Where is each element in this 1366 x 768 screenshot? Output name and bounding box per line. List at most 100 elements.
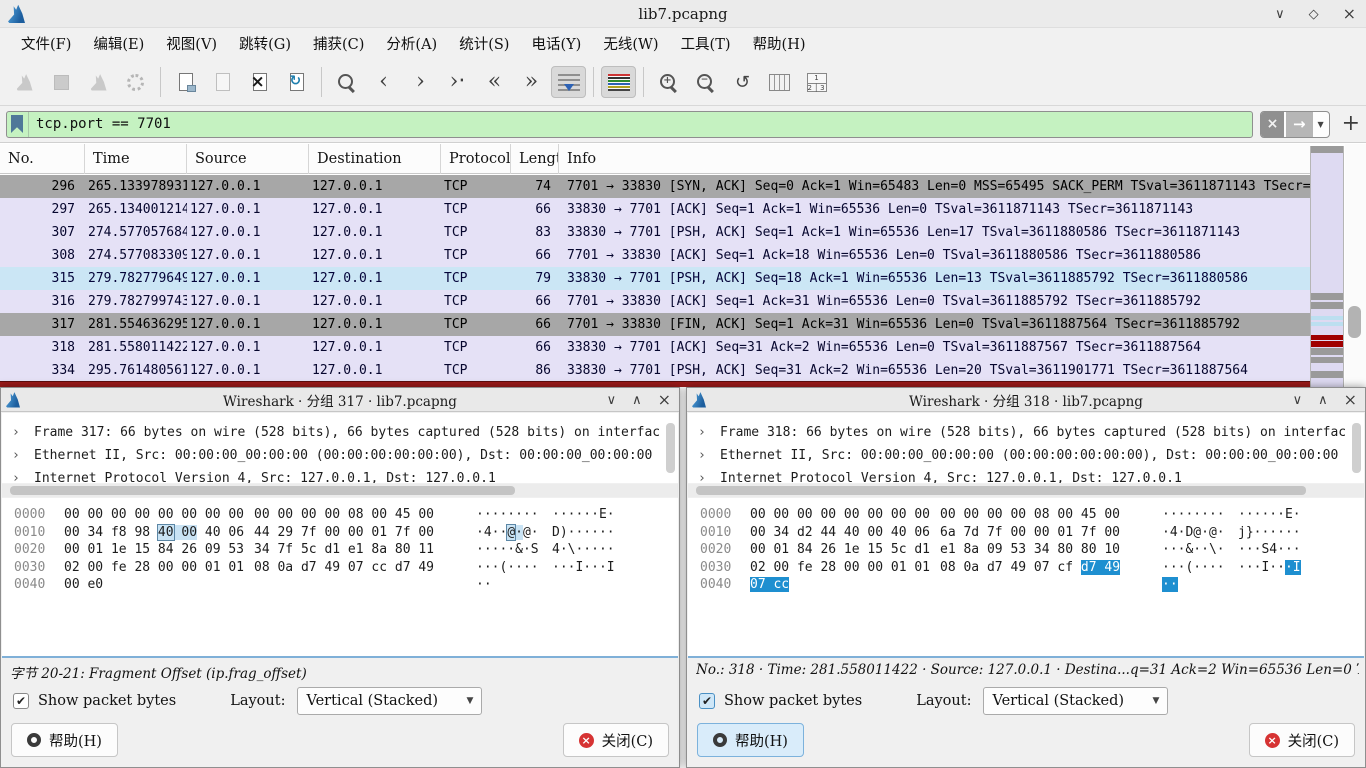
column-header-destination[interactable]: Destination bbox=[309, 144, 441, 174]
wireshark-logo-icon bbox=[8, 4, 25, 23]
close-file-button[interactable] bbox=[242, 66, 277, 98]
help-button[interactable]: 帮助(H) bbox=[697, 723, 804, 757]
column-header-time[interactable]: Time bbox=[85, 144, 187, 174]
close-icon[interactable]: × bbox=[658, 392, 671, 408]
colorize-button[interactable] bbox=[601, 66, 636, 98]
packet-row-318[interactable]: 318281.558011422127.0.0.1127.0.0.1TCP663… bbox=[0, 336, 1310, 359]
tree-row[interactable]: ›Ethernet II, Src: 00:00:00_00:00:00 (00… bbox=[2, 444, 678, 467]
expander-icon[interactable]: › bbox=[698, 421, 706, 444]
menu-help[interactable]: 帮助(H) bbox=[742, 29, 817, 58]
tree-row[interactable]: ›Frame 317: 66 bytes on wire (528 bits),… bbox=[2, 421, 678, 444]
packet-row-296[interactable]: 296265.133978931127.0.0.1127.0.0.1TCP747… bbox=[0, 175, 1310, 198]
packet-row-315[interactable]: 315279.782779649127.0.0.1127.0.0.1TCP793… bbox=[0, 267, 1310, 290]
tree-row[interactable]: ›Ethernet II, Src: 00:00:00_00:00:00 (00… bbox=[688, 444, 1364, 467]
hex-row[interactable]: 001000 34 f8 98 40 00 40 0644 29 7f 00 0… bbox=[2, 524, 678, 542]
minimize-icon[interactable]: ∨ bbox=[607, 394, 617, 407]
menu-tools[interactable]: 工具(T) bbox=[670, 29, 742, 58]
column-header-protocol[interactable]: Protocol bbox=[441, 144, 511, 174]
expander-icon[interactable]: › bbox=[12, 421, 20, 444]
zoom-out-button[interactable] bbox=[688, 66, 723, 98]
packet-row-308[interactable]: 308274.577083309127.0.0.1127.0.0.1TCP667… bbox=[0, 244, 1310, 267]
bookmark-icon[interactable] bbox=[11, 115, 23, 133]
hex-row[interactable]: 001000 34 d2 44 40 00 40 066a 7d 7f 00 0… bbox=[688, 524, 1364, 542]
hex-group-2 bbox=[940, 576, 1124, 594]
scrollbar-thumb[interactable] bbox=[1348, 306, 1361, 338]
menu-file[interactable]: 文件(F) bbox=[10, 29, 82, 58]
tree-horizontal-scrollbar[interactable] bbox=[688, 484, 1364, 497]
help-button[interactable]: 帮助(H) bbox=[11, 723, 118, 757]
menu-analyze[interactable]: 分析(A) bbox=[375, 29, 448, 58]
hex-row[interactable]: 003002 00 fe 28 00 00 01 0108 0a d7 49 0… bbox=[688, 559, 1364, 577]
menu-edit[interactable]: 编辑(E) bbox=[82, 29, 155, 58]
show-packet-bytes-checkbox[interactable]: ✔ bbox=[699, 693, 715, 709]
add-filter-button[interactable]: + bbox=[1342, 113, 1360, 135]
hex-row[interactable]: 002000 01 84 26 1e 15 5c d1e1 8a 09 53 3… bbox=[688, 541, 1364, 559]
go-last-button[interactable] bbox=[514, 66, 549, 98]
minimize-icon[interactable]: ∨ bbox=[1275, 8, 1285, 21]
column-header-no[interactable]: No. bbox=[0, 144, 85, 174]
menu-go[interactable]: 跳转(G) bbox=[228, 29, 302, 58]
expander-icon[interactable]: › bbox=[12, 467, 20, 483]
column-header-length[interactable]: Length bbox=[511, 144, 559, 174]
intelligent-scrollbar-minimap[interactable] bbox=[1310, 146, 1344, 387]
expander-icon[interactable]: › bbox=[698, 467, 706, 483]
expander-icon[interactable]: › bbox=[698, 444, 706, 467]
find-packet-button[interactable] bbox=[329, 66, 364, 98]
packet-row-307[interactable]: 307274.577057684127.0.0.1127.0.0.1TCP833… bbox=[0, 221, 1310, 244]
filter-apply-icon[interactable]: → bbox=[1286, 112, 1313, 137]
menu-view[interactable]: 视图(V) bbox=[155, 29, 228, 58]
close-icon[interactable]: × bbox=[1343, 6, 1356, 22]
zoom-in-button[interactable] bbox=[651, 66, 686, 98]
scrollbar-handle[interactable] bbox=[696, 486, 1306, 495]
filter-clear-icon[interactable]: × bbox=[1261, 112, 1284, 137]
packet-list-scrollbar[interactable] bbox=[1345, 144, 1366, 387]
auto-scroll-button[interactable] bbox=[551, 66, 586, 98]
column-header-info[interactable]: Info bbox=[559, 144, 1310, 174]
hex-row[interactable]: 004000 e0·· bbox=[2, 576, 678, 594]
zoom-reset-button[interactable] bbox=[725, 66, 760, 98]
restore-icon[interactable]: ∧ bbox=[632, 394, 642, 407]
menu-capture[interactable]: 捕获(C) bbox=[302, 29, 375, 58]
hex-row[interactable]: 000000 00 00 00 00 00 00 0000 00 00 00 0… bbox=[2, 506, 678, 524]
layout-select[interactable]: Vertical (Stacked) ▼ bbox=[297, 687, 482, 715]
restore-icon[interactable]: ∧ bbox=[1318, 394, 1328, 407]
layout-121-button[interactable] bbox=[799, 66, 834, 98]
packet-row-317[interactable]: 317281.554636295127.0.0.1127.0.0.1TCP667… bbox=[0, 313, 1310, 336]
close-button[interactable]: × 关闭(C) bbox=[563, 723, 669, 757]
tree-row[interactable]: ›Frame 318: 66 bytes on wire (528 bits),… bbox=[688, 421, 1364, 444]
go-forward-button[interactable] bbox=[403, 66, 438, 98]
hex-row[interactable]: 004007 cc·· bbox=[688, 576, 1364, 594]
column-header-source[interactable]: Source bbox=[187, 144, 309, 174]
filter-history-caret-icon[interactable]: ▼ bbox=[1313, 112, 1329, 137]
tree-row[interactable]: ›Internet Protocol Version 4, Src: 127.0… bbox=[688, 467, 1364, 483]
layout-select[interactable]: Vertical (Stacked) ▼ bbox=[983, 687, 1168, 715]
packet-row-334[interactable]: 334295.761480561127.0.0.1127.0.0.1TCP863… bbox=[0, 359, 1310, 382]
reload-file-button[interactable] bbox=[279, 66, 314, 98]
scrollbar-handle[interactable] bbox=[10, 486, 515, 495]
menu-telephony[interactable]: 电话(Y) bbox=[520, 29, 592, 58]
tree-horizontal-scrollbar[interactable] bbox=[2, 484, 678, 497]
tree-row[interactable]: ›Internet Protocol Version 4, Src: 127.0… bbox=[2, 467, 678, 483]
maximize-icon[interactable]: ◇ bbox=[1309, 8, 1319, 21]
resize-columns-button[interactable] bbox=[762, 66, 797, 98]
show-packet-bytes-checkbox[interactable]: ✔ bbox=[13, 693, 29, 709]
close-button[interactable]: × 关闭(C) bbox=[1249, 723, 1355, 757]
hex-row[interactable]: 002000 01 1e 15 84 26 09 5334 7f 5c d1 e… bbox=[2, 541, 678, 559]
go-first-button[interactable] bbox=[477, 66, 512, 98]
tree-scrollbar[interactable] bbox=[1352, 423, 1361, 473]
display-filter-input[interactable]: tcp.port == 7701 bbox=[6, 111, 1253, 138]
packet-row-316[interactable]: 316279.782799743127.0.0.1127.0.0.1TCP667… bbox=[0, 290, 1310, 313]
open-file-button[interactable] bbox=[168, 66, 203, 98]
main-toolbar bbox=[0, 59, 1366, 106]
menu-wireless[interactable]: 无线(W) bbox=[592, 29, 669, 58]
menu-statistics[interactable]: 统计(S) bbox=[448, 29, 520, 58]
hex-row[interactable]: 003002 00 fe 28 00 00 01 0108 0a d7 49 0… bbox=[2, 559, 678, 577]
expander-icon[interactable]: › bbox=[12, 444, 20, 467]
hex-row[interactable]: 000000 00 00 00 00 00 00 0000 00 00 00 0… bbox=[688, 506, 1364, 524]
tree-scrollbar[interactable] bbox=[666, 423, 675, 473]
go-to-packet-button[interactable] bbox=[440, 66, 475, 98]
packet-row-297[interactable]: 297265.134001214127.0.0.1127.0.0.1TCP663… bbox=[0, 198, 1310, 221]
go-back-button[interactable] bbox=[366, 66, 401, 98]
minimize-icon[interactable]: ∨ bbox=[1293, 394, 1303, 407]
close-icon[interactable]: × bbox=[1344, 392, 1357, 408]
